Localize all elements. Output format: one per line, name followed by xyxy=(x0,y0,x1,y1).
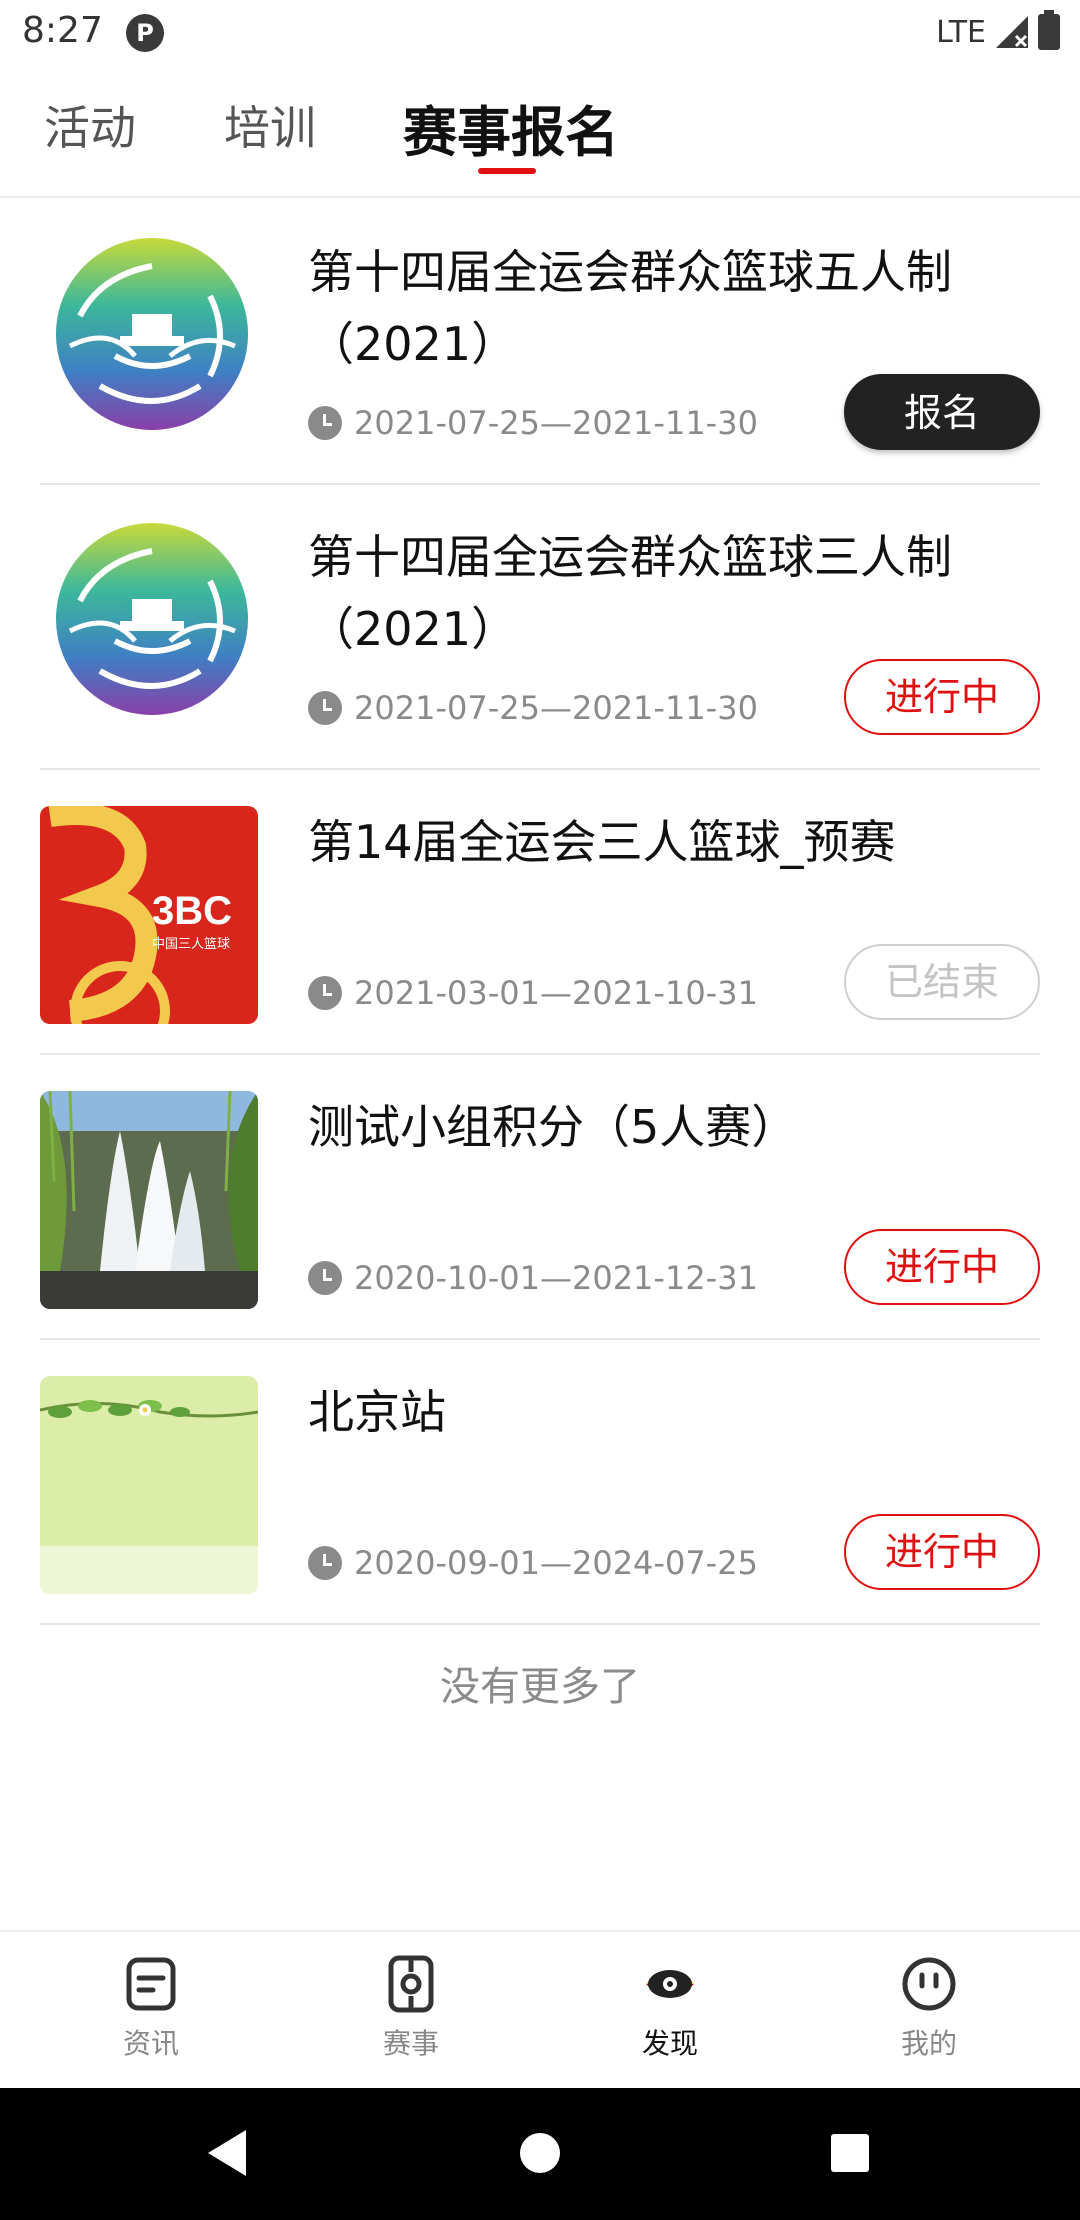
battery-icon xyxy=(1038,10,1060,50)
recents-icon[interactable] xyxy=(829,2128,871,2178)
home-icon[interactable] xyxy=(519,2128,561,2178)
profile-icon xyxy=(902,1957,956,2011)
register-button[interactable]: 报名 xyxy=(844,374,1040,450)
event-date-range: 2021-07-25—2021-11-30 xyxy=(354,404,758,442)
event-date-range: 2021-03-01—2021-10-31 xyxy=(354,974,758,1012)
event-title: 第十四届全运会群众篮球五人制（2021） xyxy=(308,245,952,371)
status-bar: 8:27 P LTE xyxy=(0,0,1080,66)
event-thumbnail: 3BC 中国三人篮球 xyxy=(40,806,258,1024)
network-type: LTE xyxy=(936,14,986,50)
system-nav-bar xyxy=(0,2088,1080,2220)
discover-icon xyxy=(646,1970,694,1998)
end-of-list-text: 没有更多了 xyxy=(440,1664,640,1710)
games-emblem-icon xyxy=(40,236,258,454)
tab-training[interactable]: 培训 xyxy=(224,92,316,158)
status-badge[interactable]: 进行中 xyxy=(844,659,1040,735)
list-item[interactable]: 3BC 中国三人篮球 第14届全运会三人篮球_预赛 2021-03-01—202… xyxy=(40,770,1040,1055)
bottom-nav: 资讯 赛事 发现 我的 xyxy=(0,1930,1080,2086)
status-badge[interactable]: 进行中 xyxy=(844,1514,1040,1590)
event-title: 第十四届全运会群众篮球三人制（2021） xyxy=(308,530,952,656)
3bc-logo-subtext: 中国三人篮球 xyxy=(152,937,230,952)
event-dates: 2020-10-01—2021-12-31 xyxy=(308,1259,758,1297)
top-tabs: 活动 培训 赛事报名 xyxy=(0,66,1080,198)
status-badge[interactable]: 进行中 xyxy=(844,1229,1040,1305)
clock-icon xyxy=(308,1261,342,1295)
nav-matches[interactable]: 赛事 xyxy=(341,1954,481,2062)
tab-event-registration[interactable]: 赛事报名 xyxy=(403,88,619,167)
3bc-logo-icon: 3BC 中国三人篮球 xyxy=(40,806,258,1024)
back-icon[interactable] xyxy=(206,2128,248,2178)
tab-activity[interactable]: 活动 xyxy=(44,92,136,158)
event-dates: 2021-03-01—2021-10-31 xyxy=(308,974,758,1012)
event-list: 第十四届全运会群众篮球五人制（2021） 2021-07-25—2021-11-… xyxy=(40,200,1040,1625)
list-item[interactable]: 第十四届全运会群众篮球五人制（2021） 2021-07-25—2021-11-… xyxy=(40,200,1040,485)
event-title: 北京站 xyxy=(308,1385,446,1439)
event-thumbnail xyxy=(40,1091,258,1309)
clock-icon xyxy=(308,1546,342,1580)
nav-label: 我的 xyxy=(900,2027,957,2060)
match-icon xyxy=(388,1955,434,2013)
list-item[interactable]: 北京站 2020-09-01—2024-07-25 进行中 xyxy=(40,1340,1040,1625)
event-date-range: 2020-09-01—2024-07-25 xyxy=(354,1544,758,1582)
event-date-range: 2020-10-01—2021-12-31 xyxy=(354,1259,758,1297)
signal-icon xyxy=(996,16,1028,48)
nav-profile[interactable]: 我的 xyxy=(859,1954,999,2062)
event-thumbnail xyxy=(40,236,258,454)
status-badge[interactable]: 已结束 xyxy=(844,944,1040,1020)
event-dates: 2020-09-01—2024-07-25 xyxy=(308,1544,758,1582)
event-dates: 2021-07-25—2021-11-30 xyxy=(308,689,758,727)
tab-indicator xyxy=(478,168,536,174)
fountain-photo-icon xyxy=(40,1091,258,1309)
3bc-logo-text: 3BC xyxy=(152,889,232,933)
list-item[interactable]: 测试小组积分（5人赛） 2020-10-01—2021-12-31 进行中 xyxy=(40,1055,1040,1340)
nav-label: 赛事 xyxy=(382,2027,439,2060)
status-indicators: LTE xyxy=(936,10,1060,52)
clock-icon xyxy=(308,691,342,725)
event-dates: 2021-07-25—2021-11-30 xyxy=(308,404,758,442)
leaf-photo-icon xyxy=(40,1376,258,1594)
event-thumbnail xyxy=(40,521,258,739)
nav-label: 发现 xyxy=(641,2027,698,2060)
games-emblem-icon xyxy=(40,521,258,739)
clock-icon xyxy=(308,976,342,1010)
nav-news[interactable]: 资讯 xyxy=(81,1954,221,2062)
event-title: 测试小组积分（5人赛） xyxy=(308,1100,798,1154)
list-item[interactable]: 第十四届全运会群众篮球三人制（2021） 2021-07-25—2021-11-… xyxy=(40,485,1040,770)
news-icon xyxy=(126,1957,176,2011)
event-thumbnail xyxy=(40,1376,258,1594)
app-notification-icon: P xyxy=(126,14,164,52)
event-title: 第14届全运会三人篮球_预赛 xyxy=(308,815,896,869)
nav-discover[interactable]: 发现 xyxy=(600,1954,740,2062)
nav-label: 资讯 xyxy=(122,2027,179,2060)
status-time: 8:27 xyxy=(22,10,103,51)
clock-icon xyxy=(308,406,342,440)
event-date-range: 2021-07-25—2021-11-30 xyxy=(354,689,758,727)
